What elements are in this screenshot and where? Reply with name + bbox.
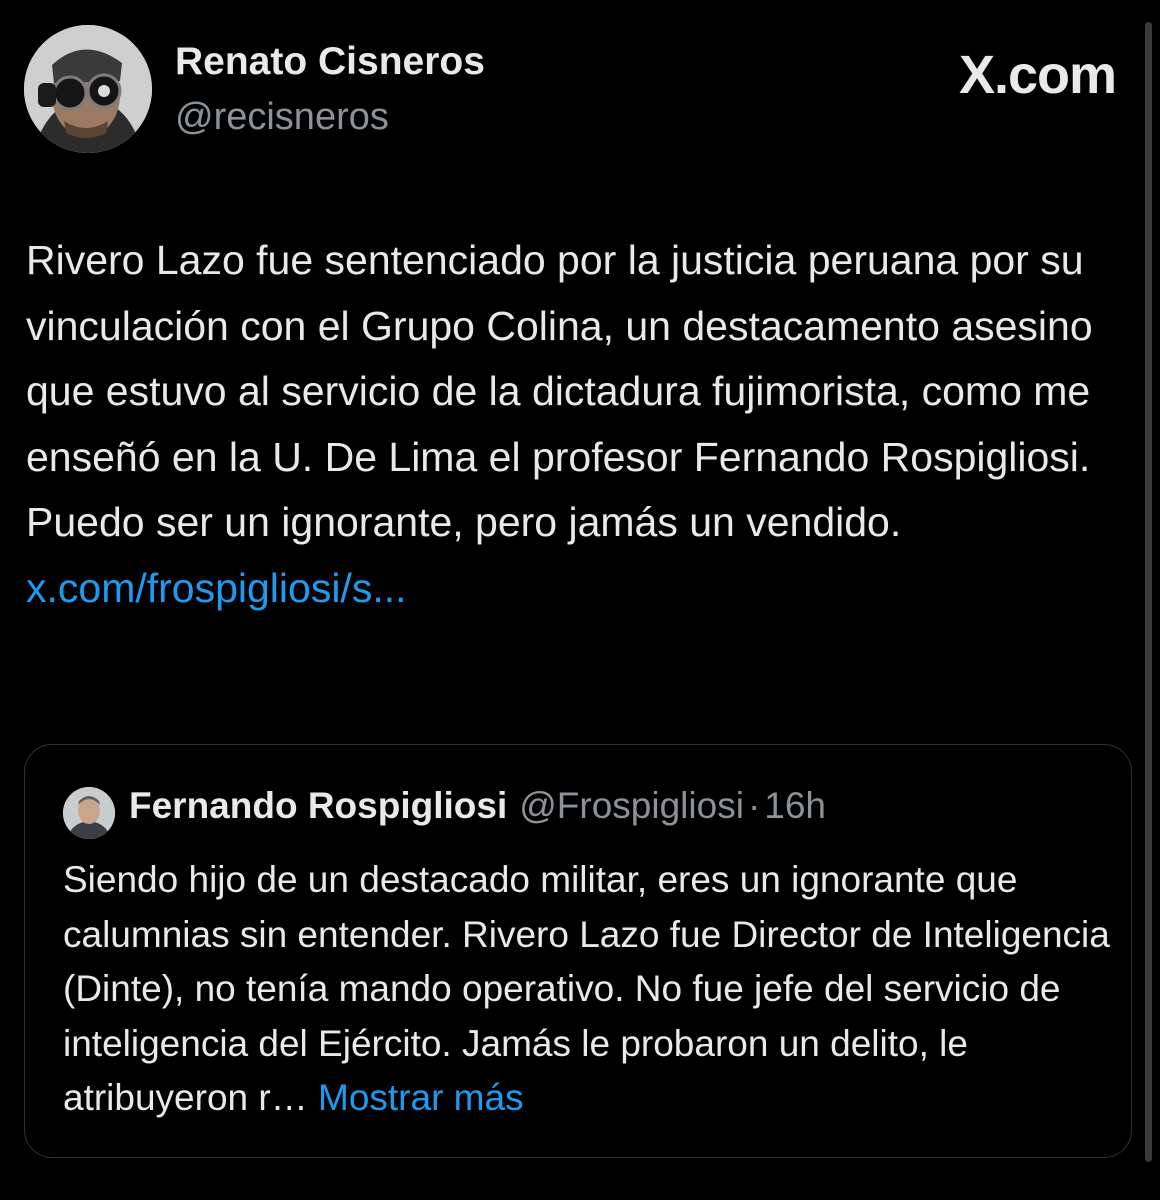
tweet-body: Rivero Lazo fue sentenciado por la justi… bbox=[26, 228, 1136, 621]
show-more-link[interactable]: Mostrar más bbox=[318, 1077, 524, 1118]
author-photo bbox=[24, 25, 152, 153]
quoted-author-photo bbox=[63, 787, 115, 839]
author-handle[interactable]: @recisneros bbox=[175, 96, 389, 139]
quoted-author-handle[interactable]: @Frospigliosi bbox=[519, 785, 744, 826]
separator-dot: · bbox=[747, 785, 761, 826]
author-name[interactable]: Renato Cisneros bbox=[175, 40, 485, 84]
tweet-header: Renato Cisneros @recisneros X.com bbox=[0, 0, 1160, 180]
tweet-text: Rivero Lazo fue sentenciado por la justi… bbox=[26, 237, 1093, 545]
quoted-author-name[interactable]: Fernando Rospigliosi bbox=[129, 785, 507, 826]
quoted-timestamp[interactable]: 16h bbox=[764, 785, 826, 826]
quoted-header: Fernando Rospigliosi @Frospigliosi · 16h bbox=[129, 785, 826, 827]
quoted-text: Siendo hijo de un destacado militar, ere… bbox=[63, 859, 1110, 1118]
quoted-author-avatar[interactable] bbox=[63, 787, 115, 839]
scrollbar[interactable] bbox=[1145, 22, 1152, 1162]
author-avatar[interactable] bbox=[24, 25, 152, 153]
quoted-tweet[interactable]: Fernando Rospigliosi @Frospigliosi · 16h Si… bbox=[24, 744, 1132, 1158]
tweet-link[interactable]: x.com/frospigliosi/s... bbox=[26, 565, 407, 611]
x-logo: X.com bbox=[958, 45, 1117, 105]
quoted-body: Siendo hijo de un destacado militar, ere… bbox=[63, 853, 1113, 1126]
